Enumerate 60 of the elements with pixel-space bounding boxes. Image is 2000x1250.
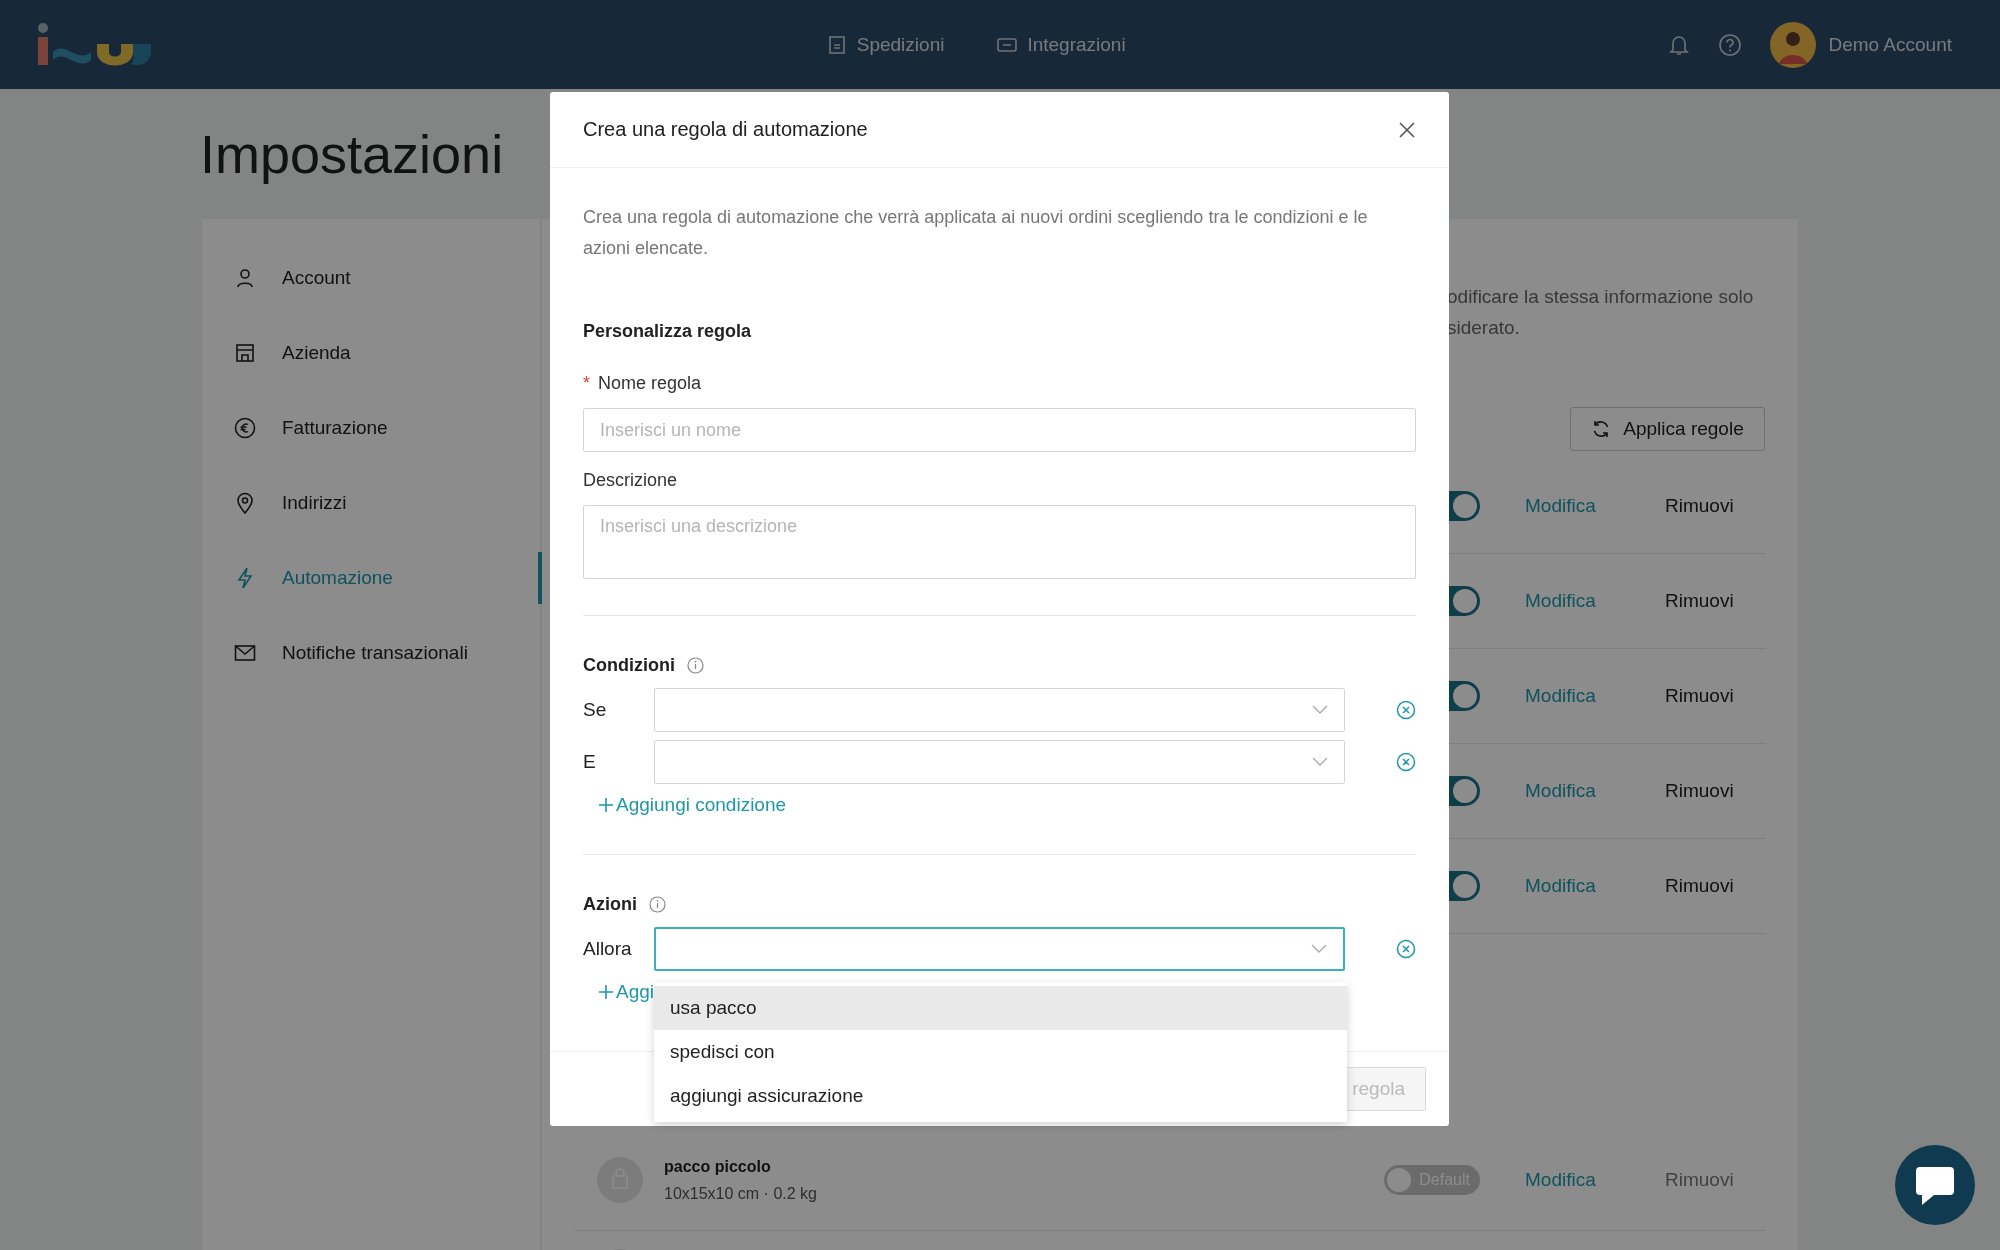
remove-link[interactable]: Rimuovi <box>1665 495 1766 517</box>
remove-link[interactable]: Rimuovi <box>1665 685 1766 707</box>
description-text: odificare la stessa informazione solo <box>1447 285 1755 309</box>
envelope-icon <box>234 644 256 662</box>
close-icon[interactable] <box>1397 119 1417 140</box>
avatar[interactable] <box>1770 21 1817 68</box>
remove-circle-icon[interactable] <box>1396 939 1416 959</box>
sidebar-item[interactable]: Indirizzi <box>202 477 542 529</box>
group-title: Condizioni <box>583 655 675 676</box>
remove-circle-icon[interactable] <box>1396 700 1416 720</box>
section-title: Personalizza regola <box>583 321 753 342</box>
select-field[interactable] <box>654 740 1345 784</box>
package-name: pacco piccolo <box>664 1157 772 1176</box>
field-label: Descrizione <box>583 470 678 491</box>
sidebar-item[interactable]: Account <box>202 252 542 304</box>
user-name[interactable]: Demo Account <box>1828 33 1952 56</box>
modal-title: Crea una regola di automazione <box>583 118 868 141</box>
euro-icon <box>234 417 256 439</box>
select-field[interactable] <box>654 688 1345 732</box>
row-label: Allora <box>583 938 633 960</box>
description-text: siderato. <box>1447 316 1521 340</box>
person-icon <box>234 268 256 288</box>
document-icon <box>827 34 848 55</box>
required-mark: * <box>583 373 590 394</box>
info-icon[interactable] <box>649 896 666 913</box>
sidebar-item[interactable]: Notifiche transazionali <box>202 627 542 679</box>
page-title: Impostazioni <box>200 123 504 186</box>
shop-icon <box>234 343 256 363</box>
remove-link[interactable]: Rimuovi <box>1665 875 1766 897</box>
add-link[interactable]: Aggi <box>598 981 655 1003</box>
dropdown-option[interactable]: spedisci con <box>654 1030 1347 1074</box>
package-details: 10x15x10 cm · 0.2 kg <box>664 1184 817 1203</box>
remove-circle-icon[interactable] <box>1396 752 1416 772</box>
sidebar-item[interactable]: Azienda <box>202 327 542 379</box>
apply-rules-button[interactable]: Applica regole <box>1570 407 1765 451</box>
location-pin-icon <box>234 492 256 514</box>
modal-description: Crea una regola di automazione che verrà applicata ai nuovi ordini scegliendo tra le condizioni e le azioni elencate. <box>583 206 1369 260</box>
chevron-down-icon <box>1312 757 1328 767</box>
name-input[interactable]: Inserisci un nome <box>583 408 1416 452</box>
remove-link[interactable]: Rimuovi <box>1665 590 1766 612</box>
dropdown-option[interactable]: usa pacco <box>654 986 1347 1030</box>
description-textarea[interactable]: Inserisci una descrizione <box>583 505 1416 579</box>
select-field[interactable] <box>654 927 1345 971</box>
row-label: Se <box>583 699 608 721</box>
info-icon[interactable] <box>687 657 704 674</box>
add-link[interactable]: Aggiungi condizione <box>598 794 787 816</box>
remove-link[interactable]: Rimuovi <box>1665 780 1766 802</box>
chevron-down-icon <box>1311 944 1327 954</box>
group-title: Azioni <box>583 894 637 915</box>
dropdown-option[interactable]: aggiungi assicurazione <box>654 1074 1347 1118</box>
row-label: E <box>583 751 597 773</box>
nav-link[interactable]: Integrazioni <box>996 33 1126 56</box>
connection-icon <box>996 35 1019 54</box>
chevron-down-icon <box>1312 705 1328 715</box>
plus-icon <box>598 797 614 813</box>
plus-icon <box>598 984 614 1000</box>
nav-link[interactable]: Spedizioni <box>827 33 945 56</box>
help-icon[interactable] <box>1718 32 1743 57</box>
sidebar-item[interactable]: Fatturazione <box>202 402 542 454</box>
field-label: Nome regola <box>598 373 702 394</box>
